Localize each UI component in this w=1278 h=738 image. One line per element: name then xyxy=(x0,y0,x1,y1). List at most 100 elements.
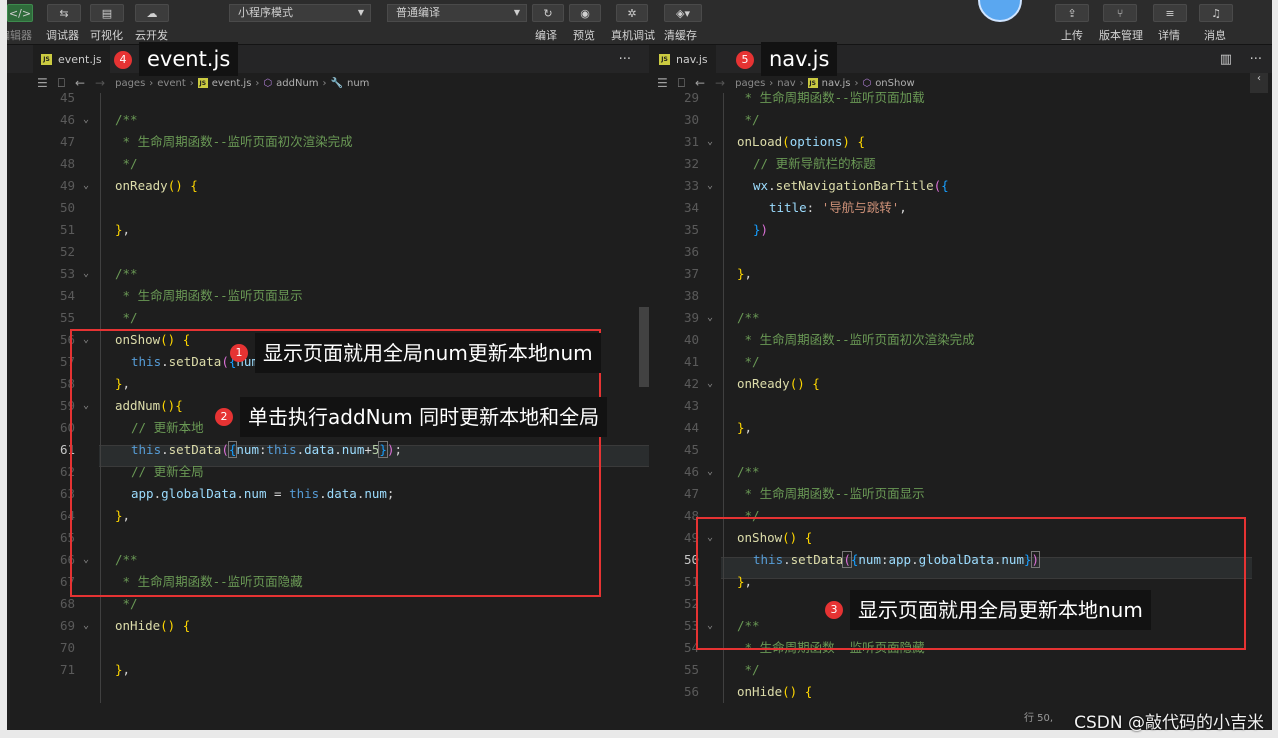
layers-icon: ◈▾ xyxy=(676,6,690,20)
annotation-1: 显示页面就用全局num更新本地num xyxy=(255,333,601,373)
visual-label: 可视化 xyxy=(90,29,123,42)
code-line: 39 ⌄/** xyxy=(651,307,1272,329)
compile-button[interactable]: ↻ xyxy=(532,4,564,22)
code-line: 40 * 生命周期函数--监听页面初次渲染完成 xyxy=(683,332,975,347)
code-line: 35}) xyxy=(683,222,769,237)
highlight-box-nav xyxy=(696,517,1246,650)
code-line: 36 xyxy=(683,244,699,259)
code-line: 31 ⌄ onLoad(options) { xyxy=(651,131,1272,153)
code-line: 50 xyxy=(59,200,75,215)
code-line: 55 */ xyxy=(683,662,760,677)
eye-icon: ◉ xyxy=(580,6,590,20)
code-line: 55 */ xyxy=(59,310,138,325)
editor-label: 编辑器 xyxy=(7,29,32,42)
cloud-icon: ☁ xyxy=(146,6,158,20)
upload-button[interactable]: ⇪ xyxy=(1055,4,1089,22)
fold-chevron-icon: ⌄ xyxy=(707,180,714,191)
annotation-2: 单击执行addNum 同时更新本地和全局 xyxy=(240,397,608,437)
bug-icon: ✲ xyxy=(627,6,637,20)
bell-icon: ♫ xyxy=(1211,6,1221,20)
code-icon: </> xyxy=(8,6,32,20)
nav-js-title-tag: nav.js xyxy=(761,42,838,76)
more-icon[interactable]: ··· xyxy=(1250,52,1262,67)
visual-button[interactable]: ▤ xyxy=(90,4,124,22)
messages-label: 消息 xyxy=(1204,29,1226,42)
event-js-title-tag: event.js xyxy=(139,42,239,76)
compile-select[interactable]: 普通编译 ▼ xyxy=(387,4,527,22)
debugger-label: 调试器 xyxy=(46,29,79,42)
code-line: 56 onHide() { xyxy=(683,684,813,699)
code-line: 37}, xyxy=(683,266,753,281)
code-line: 42 ⌄ onReady() { xyxy=(651,373,1272,395)
code-line: 47 * 生命周期函数--监听页面显示 xyxy=(683,486,925,501)
toolbar: </> ⇆ ▤ ☁ 编辑器 调试器 可视化 云开发 小程序模式▼ 普通编译▼ ↻… xyxy=(7,0,1272,45)
messages-button[interactable]: ♫ xyxy=(1199,4,1233,22)
code-line: 47 * 生命周期函数--监听页面初次渲染完成 xyxy=(59,134,353,149)
mode-select[interactable]: 小程序模式 ▼ xyxy=(229,4,371,22)
tab-event-js[interactable]: JS event.js xyxy=(33,45,110,73)
preview-button[interactable]: ◉ xyxy=(569,4,601,22)
cloud-button[interactable]: ☁ xyxy=(135,4,169,22)
badge-4: 4 xyxy=(114,51,132,69)
code-line: 38 xyxy=(683,288,699,303)
caret-down-icon: ▼ xyxy=(357,8,364,17)
layout-icon: ▤ xyxy=(101,6,113,20)
code-line: 30 */ xyxy=(683,112,760,127)
code-line: 69 ⌄ onHide() { xyxy=(7,615,649,637)
clear-cache-label: 清缓存 xyxy=(664,29,697,42)
annotation-3: 显示页面就用全局更新本地num xyxy=(850,590,1151,630)
cursor-position: 行 50, xyxy=(1024,713,1054,724)
code-line: 54 * 生命周期函数--监听页面显示 xyxy=(59,288,303,303)
tab-bar: JS event.js ··· xyxy=(7,45,649,73)
badge-1: 1 xyxy=(230,344,248,362)
fold-chevron-icon: ⌄ xyxy=(707,378,714,389)
fold-chevron-icon: ⌄ xyxy=(83,180,90,191)
avatar[interactable] xyxy=(978,0,1022,22)
more-icon[interactable]: ··· xyxy=(619,52,631,67)
code-line: 48 */ xyxy=(59,156,138,171)
badge-5: 5 xyxy=(736,51,754,69)
branch-icon: ⑂ xyxy=(1116,6,1124,20)
js-file-icon: JS xyxy=(659,53,670,65)
code-line: 46 ⌄/** xyxy=(7,109,649,131)
remote-debug-label: 真机调试 xyxy=(611,29,655,42)
code-line: 43 xyxy=(683,398,699,413)
code-line: 53 ⌄/** xyxy=(7,263,649,285)
fold-chevron-icon: ⌄ xyxy=(707,136,714,147)
version-button[interactable]: ⑂ xyxy=(1103,4,1137,22)
badge-2: 2 xyxy=(215,408,233,426)
split-editor-icon[interactable]: ▥ xyxy=(1220,52,1232,67)
fold-chevron-icon: ⌄ xyxy=(707,312,714,323)
code-line: 45 xyxy=(683,442,699,457)
fold-chevron-icon: ⌄ xyxy=(83,268,90,279)
code-line: 34 title: '导航与跳转', xyxy=(683,200,907,215)
code-line: 70 xyxy=(59,640,75,655)
remote-debug-button[interactable]: ✲ xyxy=(616,4,648,22)
scrollbar[interactable] xyxy=(639,307,649,387)
debugger-button[interactable]: ⇆ xyxy=(47,4,81,22)
details-button[interactable]: ≡ xyxy=(1153,4,1187,22)
fold-chevron-icon: ⌄ xyxy=(83,620,90,631)
watermark: CSDN @敲代码的小吉米 xyxy=(1074,713,1264,733)
badge-3: 3 xyxy=(825,601,843,619)
editor-button[interactable]: </> xyxy=(7,4,33,22)
clear-cache-button[interactable]: ◈▾ xyxy=(664,4,702,22)
js-file-icon: JS xyxy=(41,53,52,65)
code-line: 44}, xyxy=(683,420,753,435)
fold-chevron-icon: ⌄ xyxy=(707,466,714,477)
cloud-label: 云开发 xyxy=(135,29,168,42)
code-line: 33 ⌄ wx.setNavigationBarTitle({ xyxy=(651,175,1272,197)
code-line: 32// 更新导航栏的标题 xyxy=(683,156,876,171)
compile-label: 编译 xyxy=(535,29,557,42)
tab-nav-js[interactable]: JS nav.js xyxy=(651,45,716,73)
details-label: 详情 xyxy=(1158,29,1180,42)
code-line: 71}, xyxy=(59,662,131,677)
version-label: 版本管理 xyxy=(1099,29,1143,42)
menu-icon: ≡ xyxy=(1165,6,1175,20)
caret-down-icon: ▼ xyxy=(513,8,520,17)
fold-chevron-icon: ⌄ xyxy=(83,114,90,125)
refresh-icon: ↻ xyxy=(543,6,553,20)
code-line: 45 xyxy=(59,90,75,105)
code-line: 29 * 生命周期函数--监听页面加载 xyxy=(683,90,925,105)
code-line: 49 ⌄ onReady() { xyxy=(7,175,649,197)
